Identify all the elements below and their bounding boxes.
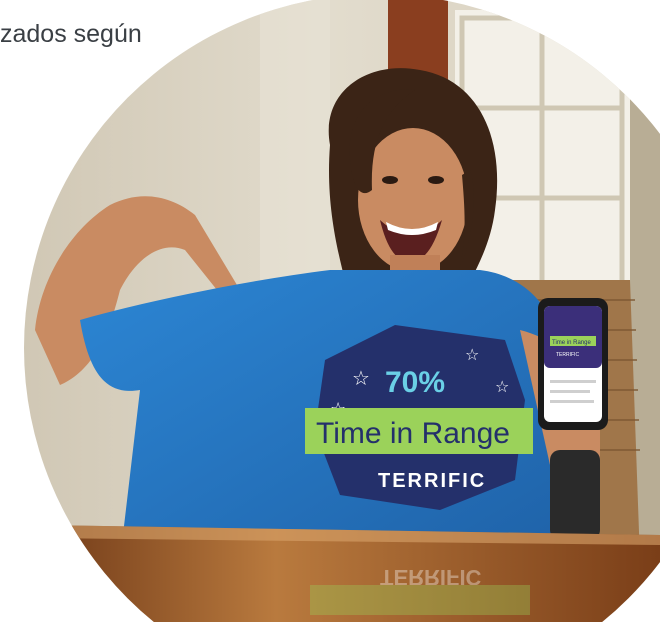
phone: Time in Range TERRIFIC <box>538 298 608 430</box>
photo-content: 70% ☆ ☆ ☆ ☆ Time in Range TERRIFIC Time … <box>24 0 660 622</box>
star-icon: ☆ <box>495 377 509 396</box>
wood-column <box>388 0 448 80</box>
photo-svg: 70% ☆ ☆ ☆ ☆ Time in Range TERRIFIC Time … <box>24 0 660 622</box>
photo: 70% ☆ ☆ ☆ ☆ Time in Range TERRIFIC Time … <box>0 0 660 622</box>
phone-sub-label: TERRIFIC <box>556 352 579 358</box>
badge-sub-label: TERRIFIC <box>378 470 486 492</box>
badge-percent: 70% <box>385 366 445 399</box>
badge-band-label: Time in Range <box>316 417 510 450</box>
phone-band-label: Time in Range <box>552 340 591 346</box>
star-icon: ☆ <box>352 366 370 390</box>
star-icon: ☆ <box>465 345 479 364</box>
wrist-device <box>550 450 600 540</box>
